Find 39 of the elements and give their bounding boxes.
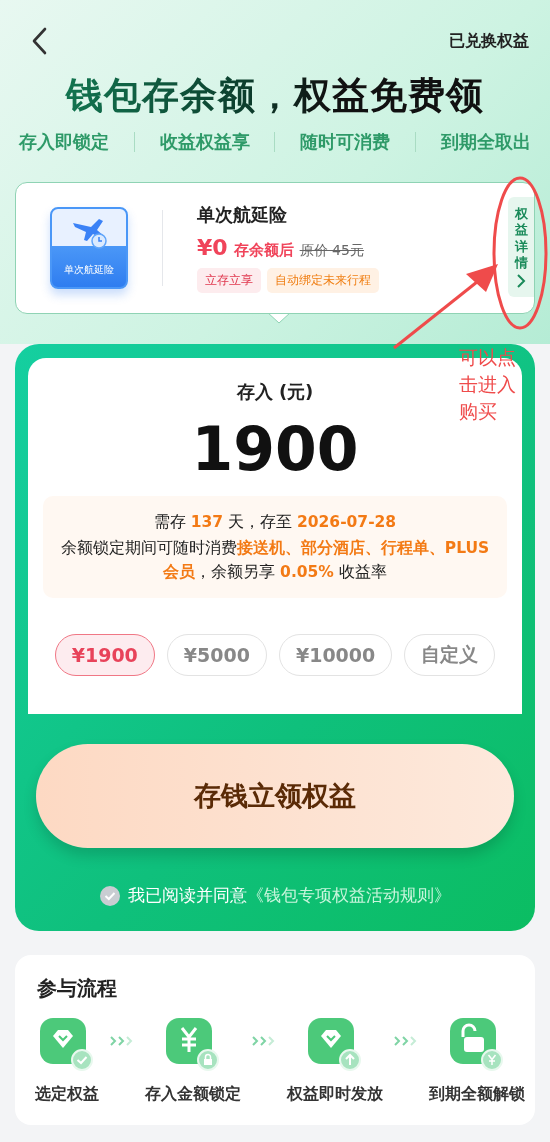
flow-title: 参与流程	[36, 975, 118, 1002]
feature-text: 存入即锁定	[19, 131, 109, 154]
details-tab[interactable]: 权益详情	[508, 197, 534, 297]
yen-lock-icon	[166, 1018, 220, 1072]
agreement-text: 我已阅读并同意	[127, 884, 247, 907]
product-price: ¥0	[197, 235, 228, 260]
chevrons-icon	[110, 1036, 134, 1046]
product-tag: 自动绑定未来行程	[267, 268, 379, 293]
chevrons-icon	[394, 1036, 418, 1046]
deposit-label: 存入 (元)	[236, 380, 314, 404]
padlock-icon	[450, 1018, 504, 1072]
step-label: 到期全额解锁	[429, 1084, 525, 1105]
step-label: 权益即时发放	[287, 1084, 383, 1105]
product-tag: 立存立享	[197, 268, 261, 293]
step-label: 存入金额锁定	[145, 1084, 241, 1105]
amount-chip[interactable]: ¥1900	[54, 634, 155, 676]
rules-link[interactable]: 《钱包专项权益活动规则》	[246, 884, 451, 907]
check-icon[interactable]	[99, 885, 120, 906]
product-name: 单次航延险	[197, 203, 288, 227]
gem-icon	[308, 1018, 362, 1072]
chevron-right-icon	[516, 274, 526, 288]
back-icon[interactable]	[31, 27, 47, 55]
feature-text: 随时可消费	[300, 131, 391, 154]
info-line: 需存 137 天，存至 2026-07-28	[153, 512, 397, 533]
original-price: 原价 45元	[299, 242, 364, 260]
step-label: 选定权益	[35, 1084, 99, 1105]
chevrons-icon	[252, 1036, 276, 1046]
deposit-amount: 1900	[191, 414, 359, 484]
amount-chip[interactable]: 自定义	[404, 634, 496, 676]
feature-text: 到期全取出	[440, 131, 531, 154]
info-text: 余额锁定期间可随时消费接送机、部分酒店、行程单、PLUS会员，余额另享 0.05% 收益率	[59, 538, 491, 583]
feature-text: 收益权益享	[159, 131, 250, 154]
submit-button[interactable]: 存钱立领权益	[36, 744, 514, 848]
product-tile-label: 单次航延险	[64, 263, 114, 277]
gem-icon	[40, 1018, 94, 1072]
price-note: 存余额后	[233, 241, 294, 260]
redeemed-link[interactable]: 已兑换权益	[449, 30, 529, 52]
amount-chip[interactable]: ¥5000	[166, 634, 267, 676]
amount-chip[interactable]: ¥10000	[278, 634, 393, 676]
